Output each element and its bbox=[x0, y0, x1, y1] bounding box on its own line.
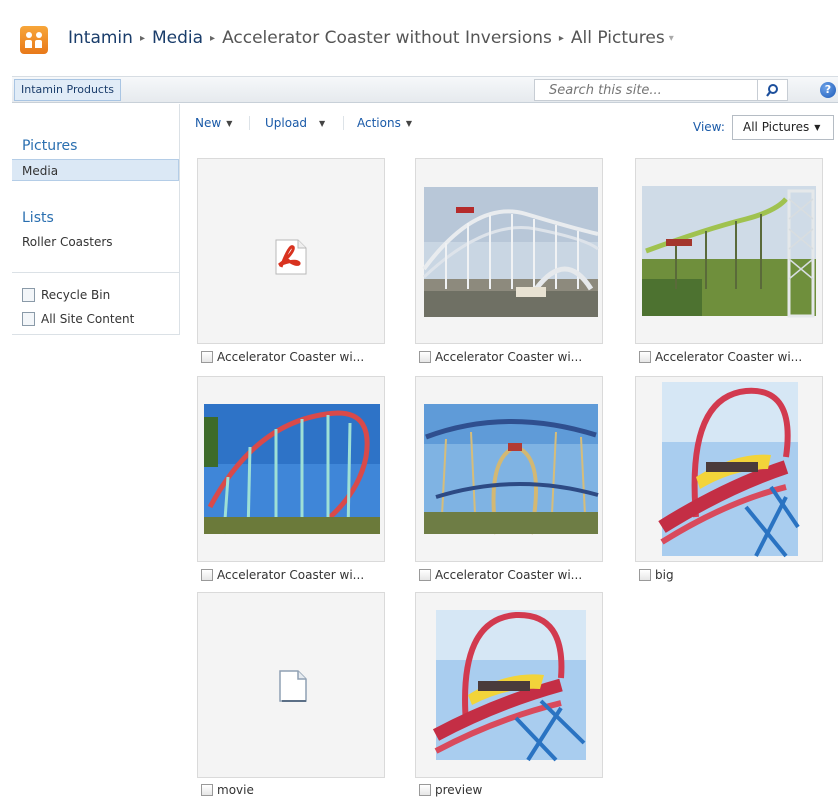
chevron-down-icon: ▼ bbox=[814, 123, 821, 132]
upload-menu-label: Upload bbox=[265, 116, 308, 130]
select-checkbox[interactable] bbox=[419, 784, 431, 796]
thumbnail-tile[interactable] bbox=[197, 592, 385, 778]
coaster-photo bbox=[204, 404, 380, 535]
breadcrumb-view[interactable]: All Pictures bbox=[571, 28, 665, 48]
thumbnail-caption: Accelerator Coaster wi... bbox=[639, 350, 802, 364]
pdf-icon bbox=[275, 239, 307, 275]
nav-heading-pictures[interactable]: Pictures bbox=[22, 138, 77, 154]
title-area: Intamin ▸ Media ▸ Accelerator Coaster withou… bbox=[0, 0, 838, 76]
breadcrumb-library[interactable]: Media bbox=[152, 28, 203, 48]
thumbnail-caption: Accelerator Coaster wi... bbox=[201, 350, 364, 364]
all-site-content-label: All Site Content bbox=[41, 312, 135, 326]
chevron-right-icon: ▸ bbox=[558, 33, 564, 44]
toolbar-divider bbox=[343, 116, 344, 130]
help-icon[interactable]: ? bbox=[820, 82, 836, 98]
actions-menu-label: Actions bbox=[357, 116, 401, 130]
recycle-bin-link[interactable]: Recycle Bin bbox=[22, 286, 110, 304]
breadcrumb-site[interactable]: Intamin bbox=[68, 28, 133, 48]
view-label: View: bbox=[693, 120, 725, 134]
coaster-photo bbox=[424, 404, 599, 535]
thumbnail-name[interactable]: Accelerator Coaster wi... bbox=[655, 350, 802, 364]
thumbnail-caption: movie bbox=[201, 783, 254, 797]
left-nav: Pictures Media Lists Roller Coasters Rec… bbox=[12, 104, 180, 335]
chevron-right-icon: ▸ bbox=[139, 33, 145, 44]
view-selector-value: All Pictures bbox=[743, 120, 810, 134]
thumbnail-name[interactable]: Accelerator Coaster wi... bbox=[217, 568, 364, 582]
chevron-down-icon: ▼ bbox=[226, 119, 233, 128]
actions-menu[interactable]: Actions ▼ bbox=[357, 116, 412, 130]
thumbnail-caption: preview bbox=[419, 783, 482, 797]
thumbnail-tile[interactable] bbox=[635, 158, 823, 344]
thumbnail-tile[interactable] bbox=[415, 158, 603, 344]
thumbnail-tile[interactable] bbox=[197, 158, 385, 344]
coaster-photo bbox=[642, 186, 816, 318]
all-site-content-icon bbox=[22, 312, 35, 326]
thumbnail-caption: Accelerator Coaster wi... bbox=[419, 350, 582, 364]
thumbnail-name[interactable]: movie bbox=[217, 783, 254, 797]
thumbnail-tile[interactable] bbox=[415, 592, 603, 778]
nav-item-roller-coasters[interactable]: Roller Coasters bbox=[12, 231, 179, 253]
coaster-photo bbox=[658, 382, 800, 558]
chevron-down-icon: ▼ bbox=[405, 119, 412, 128]
select-checkbox[interactable] bbox=[201, 569, 213, 581]
thumbnail-tile[interactable] bbox=[635, 376, 823, 562]
nav-item-media[interactable]: Media bbox=[12, 159, 179, 181]
thumbnail-tile[interactable] bbox=[197, 376, 385, 562]
site-logo-icon[interactable] bbox=[20, 26, 48, 54]
new-menu[interactable]: New ▼ bbox=[195, 116, 232, 130]
recycle-bin-label: Recycle Bin bbox=[41, 288, 111, 302]
top-nav-bar: Intamin Products ? bbox=[12, 76, 838, 103]
thumbnail-caption: Accelerator Coaster wi... bbox=[419, 568, 582, 582]
view-selector[interactable]: All Pictures ▼ bbox=[732, 115, 834, 140]
search-button[interactable] bbox=[758, 79, 788, 101]
search-input[interactable] bbox=[534, 79, 758, 101]
chevron-down-icon: ▼ bbox=[319, 119, 326, 128]
all-site-content-link[interactable]: All Site Content bbox=[22, 310, 134, 328]
select-checkbox[interactable] bbox=[639, 351, 651, 363]
nav-divider bbox=[12, 272, 179, 273]
upload-menu[interactable]: Upload ▼ bbox=[265, 116, 325, 130]
search-icon bbox=[766, 84, 778, 97]
tab-intamin-products[interactable]: Intamin Products bbox=[14, 79, 122, 101]
select-checkbox[interactable] bbox=[201, 351, 213, 363]
select-checkbox[interactable] bbox=[419, 569, 431, 581]
thumbnail-caption: Accelerator Coaster wi... bbox=[201, 568, 364, 582]
generic-file-icon bbox=[279, 670, 307, 702]
thumbnail-name[interactable]: big bbox=[655, 568, 674, 582]
nav-heading-lists[interactable]: Lists bbox=[22, 210, 54, 226]
coaster-photo bbox=[432, 610, 586, 762]
thumbnail-name[interactable]: preview bbox=[435, 783, 482, 797]
thumbnail-name[interactable]: Accelerator Coaster wi... bbox=[217, 350, 364, 364]
thumbnail-caption: big bbox=[639, 568, 674, 582]
recycle-bin-icon bbox=[22, 288, 35, 302]
chevron-right-icon: ▸ bbox=[210, 33, 216, 44]
toolbar-divider bbox=[249, 116, 250, 130]
select-checkbox[interactable] bbox=[419, 351, 431, 363]
select-checkbox[interactable] bbox=[639, 569, 651, 581]
chevron-down-icon[interactable]: ▾ bbox=[669, 33, 674, 44]
coaster-photo bbox=[422, 187, 599, 317]
breadcrumb: Intamin ▸ Media ▸ Accelerator Coaster withou… bbox=[68, 28, 674, 48]
select-checkbox[interactable] bbox=[201, 784, 213, 796]
breadcrumb-folder: Accelerator Coaster without Inversions bbox=[222, 28, 552, 48]
new-menu-label: New bbox=[195, 116, 222, 130]
thumbnail-name[interactable]: Accelerator Coaster wi... bbox=[435, 568, 582, 582]
thumbnail-tile[interactable] bbox=[415, 376, 603, 562]
thumbnail-name[interactable]: Accelerator Coaster wi... bbox=[435, 350, 582, 364]
